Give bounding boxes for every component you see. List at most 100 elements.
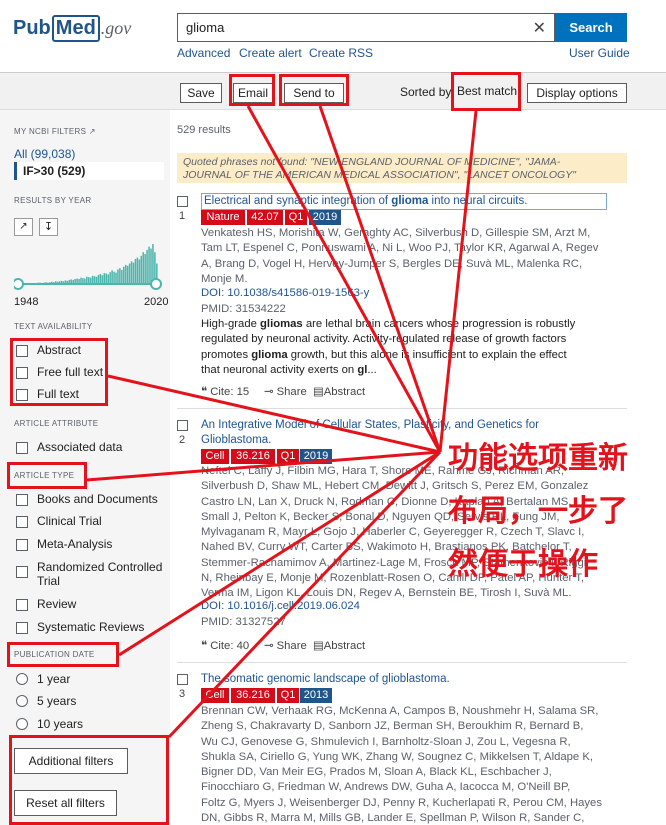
result-number: 3 [179, 688, 186, 700]
review-label: Review [37, 597, 77, 611]
annotation-box-publication-date [7, 642, 119, 667]
result-doi[interactable]: DOI: 10.1016/j.cell.2019.06.024 [201, 600, 360, 612]
filter-all[interactable]: All (99,038) [14, 147, 75, 161]
result-title-link[interactable]: The somatic genomic landscape of gliobla… [201, 673, 450, 685]
year-histogram[interactable] [14, 238, 162, 290]
histogram-bar [91, 275, 94, 284]
histogram-bar [99, 274, 102, 284]
histogram-bar [117, 269, 119, 284]
rct-label-line2: Trial [37, 574, 60, 588]
share-icon: ⊸ [264, 386, 274, 398]
quoted-phrases-notice: Quoted phrases not found: "NEW ENGLAND J… [177, 153, 627, 183]
rct-checkbox[interactable] [16, 566, 28, 578]
histogram-bar [130, 261, 133, 284]
result-authors: Brennan CW, Verhaak RG, McKenna A, Campo… [201, 705, 602, 825]
text-availability-heading: TEXT AVAILABILITY [14, 322, 93, 331]
abstract-button[interactable]: ▤Abstract [313, 639, 365, 652]
year-badge: 2019 [300, 449, 332, 464]
histogram-bar [140, 255, 143, 284]
results-count: 529 results [177, 124, 231, 136]
quote-icon: ❝ [201, 386, 208, 398]
download-chart-icon[interactable]: ↧ [39, 218, 58, 236]
histogram-bar [138, 259, 141, 284]
document-icon: ▤ [313, 386, 324, 398]
abstract-button[interactable]: ▤Abstract [313, 385, 365, 398]
create-rss-link[interactable]: Create RSS [309, 46, 373, 60]
histogram-bar [86, 276, 88, 284]
annotation-box-email [229, 74, 275, 106]
meta-analysis-label: Meta-Analysis [37, 537, 113, 551]
histogram-bar [103, 273, 106, 284]
date-5-years-radio[interactable] [16, 695, 28, 707]
result-pmid: PMID: 31327527 [201, 616, 286, 628]
result-doi[interactable]: DOI: 10.1038/s41586-019-1563-y [201, 287, 369, 299]
clear-search-icon[interactable]: ✕ [533, 18, 546, 38]
user-guide-link[interactable]: User Guide [569, 46, 630, 60]
external-link-icon[interactable]: ↗ [89, 127, 96, 136]
associated-data-checkbox[interactable] [16, 442, 28, 454]
annotation-box-filter-buttons [9, 735, 169, 825]
search-button[interactable]: Search [555, 13, 627, 42]
books-documents-checkbox[interactable] [16, 494, 28, 506]
journal-badge: Cell [201, 688, 229, 703]
display-options-button[interactable]: Display options [527, 83, 627, 103]
result-authors: Venkatesh HS, Morishita W, Geraghty AC, … [201, 227, 599, 285]
result-title-link-line2[interactable]: Glioblastoma. [201, 434, 271, 446]
year-slider-end-handle[interactable] [150, 278, 162, 290]
histogram-bar [119, 268, 121, 284]
date-1-year-radio[interactable] [16, 673, 28, 685]
annotation-box-send-to [279, 74, 349, 106]
systematic-reviews-label: Systematic Reviews [37, 620, 145, 634]
histogram-bar [113, 271, 115, 284]
create-alert-link[interactable]: Create alert [239, 46, 302, 60]
result-checkbox[interactable] [177, 420, 188, 431]
cite-button[interactable]: ❝ Cite: 15 [201, 385, 249, 398]
year-slider-start-handle[interactable] [14, 278, 24, 290]
histogram-bar [111, 270, 113, 284]
pubmed-logo[interactable]: Pub Med .gov [13, 15, 131, 42]
search-box: ✕ [177, 13, 555, 42]
histogram-bar [121, 269, 123, 284]
annotation-box-article-type [7, 462, 87, 489]
quartile-badge: Q1 [285, 210, 307, 225]
cite-button[interactable]: ❝ Cite: 40 [201, 639, 249, 652]
result-number: 1 [179, 210, 186, 222]
histogram-bar [95, 276, 98, 284]
histogram-bar [109, 272, 111, 284]
review-checkbox[interactable] [16, 599, 28, 611]
filter-if-30[interactable]: IF>30 (529) [14, 162, 164, 180]
expand-chart-icon[interactable]: ↗ [14, 218, 33, 236]
share-button[interactable]: ⊸ Share [264, 639, 307, 652]
date-10-years-label: 10 years [37, 717, 84, 731]
search-input[interactable] [178, 14, 518, 41]
year-start-label: 1948 [14, 296, 39, 308]
quartile-badge: Q1 [277, 449, 299, 464]
share-button[interactable]: ⊸ Share [264, 385, 307, 398]
histogram-bar [124, 264, 127, 284]
year-badge: 2019 [309, 210, 341, 225]
advanced-link[interactable]: Advanced [177, 46, 230, 60]
result-checkbox[interactable] [177, 674, 188, 685]
clinical-trial-checkbox[interactable] [16, 516, 28, 528]
histogram-bar [146, 249, 148, 284]
histogram-bar [126, 265, 129, 284]
result-title-link[interactable]: Electrical and synaptic integration of g… [201, 193, 607, 210]
result-title-link[interactable]: An Integrative Model of Cellular States,… [201, 419, 539, 431]
histogram-bar [132, 262, 135, 284]
histogram-bar [142, 252, 144, 284]
histogram-bar [134, 259, 137, 284]
annotation-text: 功能选项重新 布局，一步了 然便于操作 [448, 442, 628, 581]
date-1-year-label: 1 year [37, 672, 71, 686]
year-badge: 2013 [300, 688, 332, 703]
histogram-bar [128, 263, 131, 284]
article-attribute-heading: ARTICLE ATTRIBUTE [14, 419, 99, 428]
date-10-years-radio[interactable] [16, 718, 28, 730]
result-checkbox[interactable] [177, 196, 188, 207]
save-button[interactable]: Save [180, 83, 222, 103]
systematic-reviews-checkbox[interactable] [16, 622, 28, 634]
impact-factor-badge: 36.216 [231, 449, 275, 464]
meta-analysis-checkbox[interactable] [16, 539, 28, 551]
histogram-bar [93, 276, 96, 284]
histogram-bar [136, 257, 139, 284]
histogram-bar [152, 244, 154, 284]
